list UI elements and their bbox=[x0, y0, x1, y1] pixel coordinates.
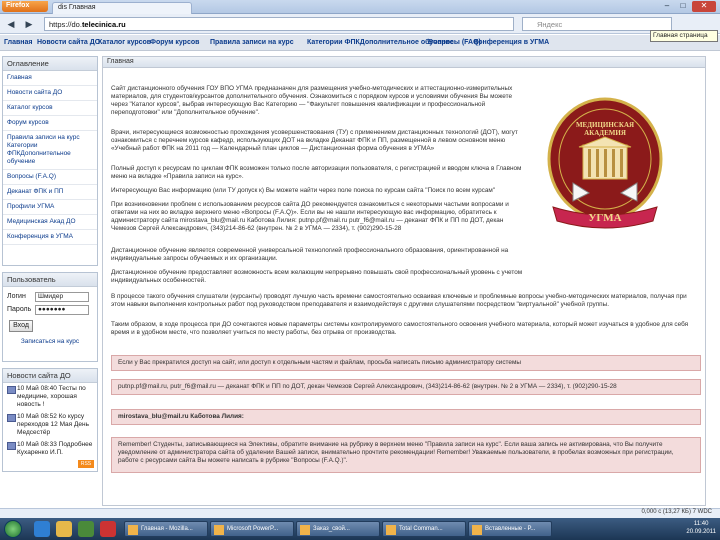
notice-access: Если у Вас прекратился доступ на сайт, и… bbox=[111, 355, 701, 371]
status-bar: 0,000 с (13,27 КБ) 7 WDC bbox=[0, 508, 720, 518]
url-prefix: https://do. bbox=[49, 20, 82, 29]
clock-time: 11:40 bbox=[693, 521, 709, 527]
site-menu-item[interactable]: Каталог курсов bbox=[98, 39, 151, 46]
paragraph: При возникновении проблем с использовани… bbox=[111, 201, 509, 232]
crest-text: МЕДИЦИНСКАЯ bbox=[576, 121, 634, 129]
login-label: Логин bbox=[7, 293, 26, 300]
site-menu: Главная Новости сайта ДО Каталог курсов … bbox=[0, 35, 720, 51]
taskbar-task[interactable]: Заказ_свой... bbox=[296, 521, 380, 537]
left-nav-block: Оглавление Главная Новости сайта ДО Ката… bbox=[2, 56, 98, 266]
news-heading: Новости сайта ДО bbox=[3, 369, 97, 383]
paragraph: Дистанционное обучение является современ… bbox=[111, 247, 509, 262]
main-content: Главная Сайт дистанционного обучения ГОУ… bbox=[102, 56, 706, 506]
sidebar-item[interactable]: Медицинская Акад ДО bbox=[3, 215, 97, 230]
news-item[interactable]: 10 Май 08:52 Ко курсу переходов 12 Мая Д… bbox=[3, 411, 97, 439]
sidebar-item[interactable]: Форум курсов bbox=[3, 116, 97, 131]
login-button[interactable]: Вход bbox=[9, 320, 33, 332]
sidebar-item[interactable]: Новости сайта ДО bbox=[3, 86, 97, 101]
sidebar-item[interactable]: Правила записи на курс Категории ФПКДопо… bbox=[3, 131, 97, 170]
taskbar-task-label: Заказ_свой... bbox=[313, 526, 350, 532]
site-menu-item[interactable]: Конференция в УГМА bbox=[474, 39, 549, 46]
paragraph: Полный доступ к ресурсам по циклам ФПК в… bbox=[111, 165, 522, 180]
intro-paragraph: Сайт дистанционного обучения ГОУ ВПО УГМ… bbox=[111, 85, 513, 116]
folder-icon[interactable] bbox=[56, 521, 72, 537]
taskbar-task[interactable]: Microsoft PowerP... bbox=[210, 521, 294, 537]
site-menu-item[interactable]: Правила записи на курс bbox=[210, 39, 294, 46]
browser-titlebar: Firefox dis Главная – □ ✕ bbox=[0, 0, 720, 14]
crest-text: АКАДЕМИЯ bbox=[584, 129, 626, 137]
sidebar-item[interactable]: Вопросы (F.A.Q) bbox=[3, 170, 97, 185]
taskbar-task-label: Вставленные - Р... bbox=[485, 526, 536, 532]
sidebar-item[interactable]: Конференция в УГМА bbox=[3, 230, 97, 245]
forward-icon[interactable]: ▶ bbox=[22, 18, 36, 31]
main-heading: Главная bbox=[103, 57, 705, 68]
site-menu-item[interactable]: Вопросы (FAQ) bbox=[428, 39, 481, 46]
taskbar-task-label: Microsoft PowerP... bbox=[227, 526, 279, 532]
search-input[interactable]: Яндекс bbox=[522, 17, 672, 31]
media-icon[interactable] bbox=[78, 521, 94, 537]
news-block: Новости сайта ДО 10 Май 08:40 Тесты по м… bbox=[2, 368, 98, 472]
crest-ribbon-text: УГМА bbox=[588, 212, 621, 224]
rss-icon[interactable]: RSS bbox=[78, 460, 94, 468]
paragraph: В процессе такого обучения слушатели (ку… bbox=[111, 293, 687, 308]
paragraph: Таким образом, в ходе процесса при ДО со… bbox=[111, 321, 689, 336]
paragraph: Интересующую Вас информацию (или ТУ допу… bbox=[111, 187, 496, 194]
taskbar-task-label: Total Comman... bbox=[399, 526, 443, 532]
maximize-icon[interactable]: □ bbox=[676, 1, 690, 12]
taskbar: Главная - Mozilla... Microsoft PowerP...… bbox=[0, 518, 720, 540]
app-icon[interactable] bbox=[100, 521, 116, 537]
taskbar-task[interactable]: Вставленные - Р... bbox=[468, 521, 552, 537]
notice-admin: mirostava_blu@mail.ru Каботова Лилия: bbox=[111, 409, 701, 425]
news-item[interactable]: 10 Май 08:40 Тесты по медицине, хорошая … bbox=[3, 383, 97, 411]
back-icon[interactable]: ◀ bbox=[4, 18, 18, 31]
site-menu-item[interactable]: Новости сайта ДО bbox=[37, 39, 100, 46]
address-bar[interactable]: https://do.telecinica.ru bbox=[44, 17, 514, 31]
paragraph: Дистанционное обучение предоставляет воз… bbox=[111, 269, 523, 284]
login-block: Пользователь Логин Шмидер Пароль ●●●●●●●… bbox=[2, 272, 98, 362]
browser-tab[interactable]: dis Главная bbox=[52, 2, 192, 14]
url-domain: telecinica.ru bbox=[81, 20, 126, 29]
notice-remember: Remember! Студенты, записывающиеся на Эл… bbox=[111, 437, 701, 473]
password-label: Пароль bbox=[7, 306, 32, 313]
site-menu-item[interactable]: Форум курсов bbox=[150, 39, 199, 46]
paragraph: Врачи, интересующиеся возможностью прохо… bbox=[111, 129, 518, 152]
enroll-link[interactable]: Записаться на курс bbox=[3, 332, 97, 351]
news-item[interactable]: 10 Май 08:33 Подробнее Кухаренко И.П. bbox=[3, 439, 97, 459]
sidebar-item[interactable]: Каталог курсов bbox=[3, 101, 97, 116]
password-field[interactable]: ●●●●●●● bbox=[35, 305, 89, 315]
login-heading: Пользователь bbox=[3, 273, 97, 287]
firefox-menu-button[interactable]: Firefox bbox=[2, 1, 48, 12]
taskbar-task[interactable]: Total Comman... bbox=[382, 521, 466, 537]
minimize-icon[interactable]: – bbox=[660, 1, 674, 12]
left-nav-heading: Оглавление bbox=[3, 57, 97, 71]
clock-date: 20.09.2011 bbox=[686, 529, 716, 535]
academy-crest-logo: МЕДИЦИНСКАЯ АКАДЕМИЯ УГМА bbox=[547, 97, 663, 229]
start-button-icon[interactable] bbox=[4, 520, 22, 538]
taskbar-clock[interactable]: 11:40 20.09.2011 bbox=[686, 520, 716, 536]
sidebar-item[interactable]: Деканат ФПК и ПП bbox=[3, 185, 97, 200]
notice-contacts: putnp.pf@mail.ru, putr_f6@mail.ru — дека… bbox=[111, 379, 701, 395]
site-menu-item[interactable]: Главная bbox=[4, 39, 32, 46]
taskbar-task-label: Главная - Mozilla... bbox=[141, 526, 193, 532]
tooltip: Главная страница bbox=[650, 30, 718, 42]
sidebar-item[interactable]: Профили УГМА bbox=[3, 200, 97, 215]
taskbar-task[interactable]: Главная - Mozilla... bbox=[124, 521, 208, 537]
sidebar-item[interactable]: Главная bbox=[3, 71, 97, 86]
ie-icon[interactable] bbox=[34, 521, 50, 537]
close-window-icon[interactable]: ✕ bbox=[692, 1, 716, 12]
browser-navbar: ◀ ▶ https://do.telecinica.ru Яндекс bbox=[0, 14, 720, 34]
login-field[interactable]: Шмидер bbox=[35, 292, 89, 302]
